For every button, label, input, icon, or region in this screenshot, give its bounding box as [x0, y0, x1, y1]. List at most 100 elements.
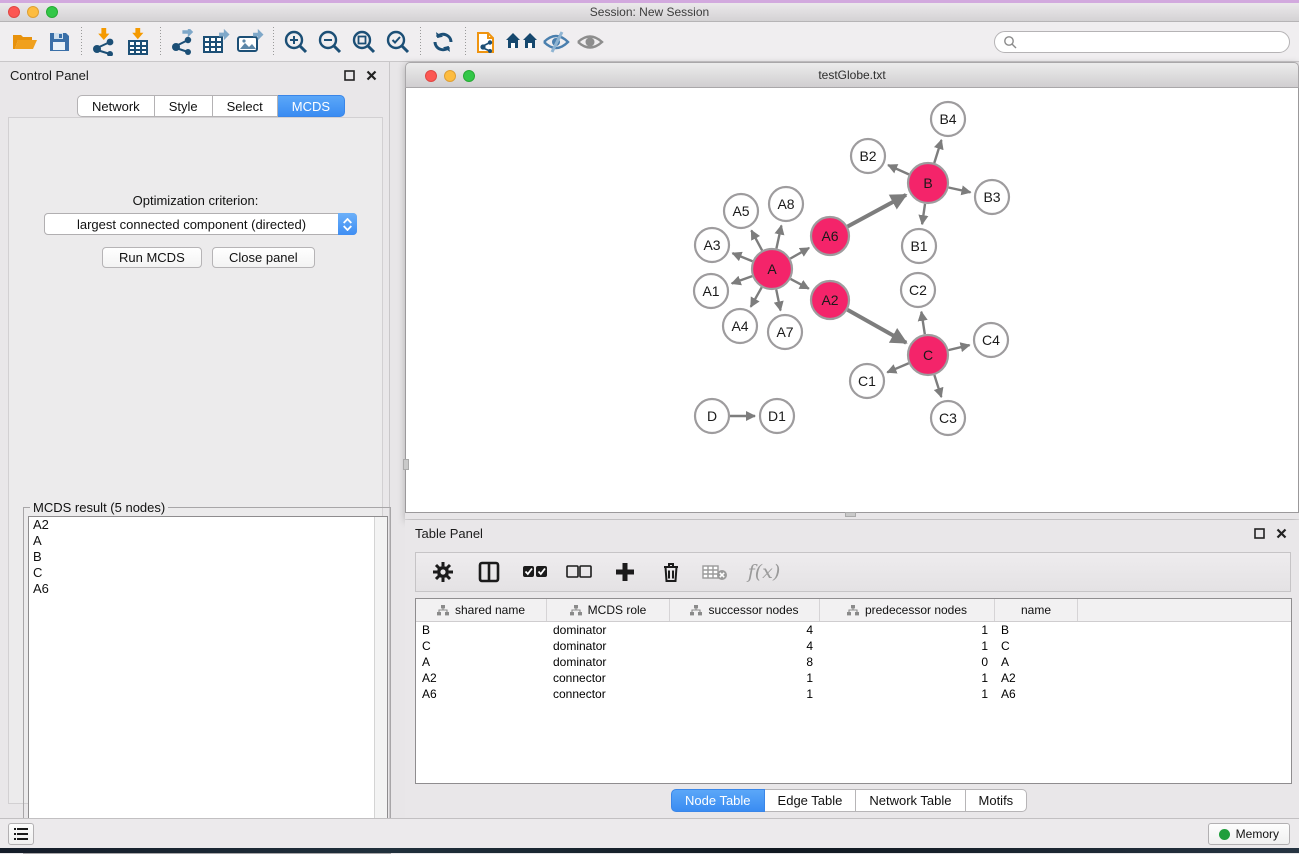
graph-node-D1[interactable]: D1	[760, 399, 794, 433]
table-cell[interactable]: 8	[670, 655, 820, 669]
zoom-network-window-button[interactable]	[463, 70, 475, 82]
task-history-button[interactable]	[8, 823, 34, 845]
zoom-window-button[interactable]	[46, 6, 58, 18]
result-node-item[interactable]: A	[29, 533, 387, 549]
table-row[interactable]: A2connector11A2	[416, 670, 1291, 686]
select-all-checked-icon[interactable]	[520, 557, 550, 587]
table-cell[interactable]: 4	[670, 623, 820, 637]
network-canvas[interactable]: B4B2BB3A8A5A6A3B1AA1C2A2A4A7C4CC1C3DD1	[405, 88, 1299, 513]
graph-edge-B-B3[interactable]	[949, 187, 971, 192]
graph-node-A7[interactable]: A7	[768, 315, 802, 349]
graph-node-B3[interactable]: B3	[975, 180, 1009, 214]
graph-node-A2[interactable]: A2	[811, 281, 849, 319]
column-header-shared-name[interactable]: shared name	[416, 599, 547, 621]
deselect-all-unchecked-icon[interactable]	[564, 557, 594, 587]
graph-edge-C-C3[interactable]	[934, 375, 941, 397]
zoom-selected-icon[interactable]	[381, 27, 415, 57]
open-file-icon[interactable]	[8, 27, 42, 57]
graph-node-B4[interactable]: B4	[931, 102, 965, 136]
table-cell[interactable]: 4	[670, 639, 820, 653]
graph-edge-A-A8[interactable]	[776, 226, 781, 249]
column-header-successor-nodes[interactable]: successor nodes	[670, 599, 820, 621]
graph-node-B1[interactable]: B1	[902, 229, 936, 263]
criterion-dropdown[interactable]: largest connected component (directed)	[44, 213, 357, 235]
result-node-item[interactable]: A6	[29, 581, 387, 597]
mcds-result-list[interactable]: A2ABCA6	[28, 516, 388, 850]
node-table[interactable]: shared nameMCDS rolesuccessor nodesprede…	[415, 598, 1292, 784]
graph-edge-A-A7[interactable]	[776, 290, 780, 311]
tab-network-table[interactable]: Network Table	[856, 789, 965, 812]
close-table-panel-icon[interactable]	[1273, 525, 1289, 541]
graph-node-C3[interactable]: C3	[931, 401, 965, 435]
table-row[interactable]: Adominator80A	[416, 654, 1291, 670]
table-cell[interactable]: 1	[670, 687, 820, 701]
graph-edge-A6-B[interactable]	[848, 195, 906, 227]
table-cell[interactable]: connector	[547, 687, 670, 701]
graph-edge-B-B4[interactable]	[934, 140, 941, 163]
hide-selected-eye-slash-icon[interactable]	[539, 27, 573, 57]
table-cell[interactable]: dominator	[547, 623, 670, 637]
graph-node-A[interactable]: A	[752, 249, 792, 289]
zoom-fit-icon[interactable]	[347, 27, 381, 57]
table-cell[interactable]: C	[416, 639, 547, 653]
graph-edge-A-A2[interactable]	[791, 279, 809, 289]
result-node-item[interactable]: A2	[29, 517, 387, 533]
graph-edge-A-A4[interactable]	[751, 287, 762, 307]
zoom-out-icon[interactable]	[313, 27, 347, 57]
graph-node-B[interactable]: B	[908, 163, 948, 203]
table-cell[interactable]: 1	[670, 671, 820, 685]
graph-edge-A-A1[interactable]	[732, 276, 753, 283]
column-header-name[interactable]: name	[995, 599, 1078, 621]
column-header-predecessor-nodes[interactable]: predecessor nodes	[820, 599, 995, 621]
result-node-item[interactable]: B	[29, 549, 387, 565]
table-cell[interactable]: dominator	[547, 655, 670, 669]
minimize-window-button[interactable]	[27, 6, 39, 18]
result-node-item[interactable]: C	[29, 565, 387, 581]
table-cell[interactable]: A6	[416, 687, 547, 701]
table-cell[interactable]: connector	[547, 671, 670, 685]
close-window-button[interactable]	[8, 6, 20, 18]
graph-node-C2[interactable]: C2	[901, 273, 935, 307]
new-network-from-selection-icon[interactable]	[471, 27, 505, 57]
float-panel-icon[interactable]	[341, 67, 357, 83]
table-cell[interactable]: A6	[995, 687, 1078, 701]
graph-node-C4[interactable]: C4	[974, 323, 1008, 357]
table-cell[interactable]: 1	[820, 687, 995, 701]
run-mcds-button[interactable]: Run MCDS	[102, 247, 202, 268]
minimize-network-window-button[interactable]	[444, 70, 456, 82]
table-row[interactable]: Cdominator41C	[416, 638, 1291, 654]
result-scrollbar[interactable]	[374, 517, 387, 849]
graph-edge-A-A6[interactable]	[790, 248, 809, 259]
zoom-in-icon[interactable]	[279, 27, 313, 57]
table-row[interactable]: A6connector11A6	[416, 686, 1291, 702]
close-panel-button[interactable]: Close panel	[212, 247, 315, 268]
table-cell[interactable]: dominator	[547, 639, 670, 653]
graph-edge-B-B1[interactable]	[922, 204, 925, 224]
tab-select[interactable]: Select	[213, 95, 278, 117]
import-network-icon[interactable]	[87, 27, 121, 57]
tab-style[interactable]: Style	[155, 95, 213, 117]
graph-node-D[interactable]: D	[695, 399, 729, 433]
import-table-icon[interactable]	[121, 27, 155, 57]
table-cell[interactable]: 1	[820, 671, 995, 685]
column-header-MCDS-role[interactable]: MCDS role	[547, 599, 670, 621]
graph-node-C1[interactable]: C1	[850, 364, 884, 398]
graph-node-A5[interactable]: A5	[724, 194, 758, 228]
search-field[interactable]	[994, 31, 1290, 53]
graph-edge-A-A5[interactable]	[751, 230, 762, 250]
save-session-icon[interactable]	[42, 27, 76, 57]
tab-network[interactable]: Network	[77, 95, 155, 117]
memory-button[interactable]: Memory	[1208, 823, 1290, 845]
graph-node-C[interactable]: C	[908, 335, 948, 375]
tab-motifs[interactable]: Motifs	[966, 789, 1028, 812]
table-cell[interactable]: A	[416, 655, 547, 669]
graph-node-A1[interactable]: A1	[694, 274, 728, 308]
split-columns-icon[interactable]	[474, 557, 504, 587]
table-cell[interactable]: A2	[995, 671, 1078, 685]
table-cell[interactable]: 1	[820, 623, 995, 637]
table-cell[interactable]: A2	[416, 671, 547, 685]
graph-edge-C-C4[interactable]	[948, 345, 969, 350]
vertical-scroll-thumb[interactable]	[403, 459, 409, 470]
graph-node-A4[interactable]: A4	[723, 309, 757, 343]
tab-node-table[interactable]: Node Table	[671, 789, 765, 812]
